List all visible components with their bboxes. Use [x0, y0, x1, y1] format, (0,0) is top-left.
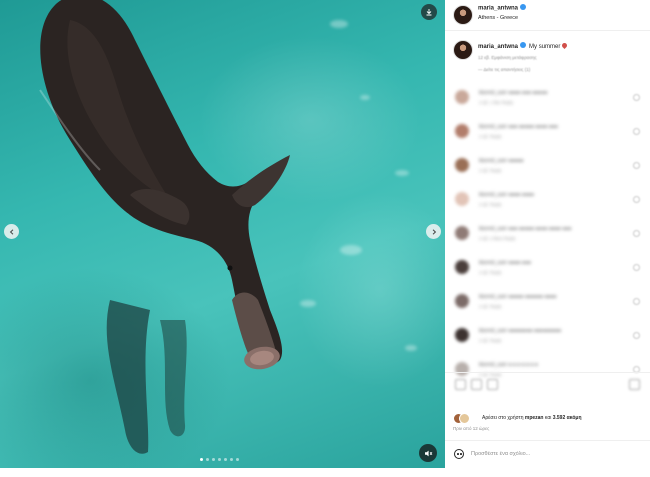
verified-badge-icon [520, 42, 527, 49]
comment-meta[interactable]: 2 εβ. Reply [479, 338, 501, 343]
comment-item[interactable]: blurred_user ●●●● ●●●● 2 εβ. Reply [445, 188, 650, 218]
comment-like-icon[interactable] [633, 230, 640, 237]
comment-item[interactable]: blurred_user ●●●● ●●● 2 εβ. Reply [445, 256, 650, 286]
avatar[interactable] [453, 5, 473, 25]
avatar[interactable] [455, 260, 469, 274]
avatar[interactable] [455, 294, 469, 308]
comment-composer [445, 440, 650, 469]
post-details-pane: maria_antwna Athens - Greece maria_antwn… [445, 0, 650, 468]
comment-text: blurred_user ●●●● ●●● [479, 260, 531, 266]
comment-item[interactable]: blurred_user ●●● ●●●●● ●●●● ●●● 2 εβ. Rep… [445, 120, 650, 150]
comment-text: blurred_user ●●●●● [479, 158, 524, 164]
likes-summary[interactable]: Αρέσει στο χρήστη mpezan και 3.592 ακόμη [482, 415, 582, 421]
likes-section: Αρέσει στο χρήστη mpezan και 3.592 ακόμη… [445, 410, 650, 434]
comment-item[interactable]: blurred_user ●●●●● 2 εβ. Reply [445, 154, 650, 184]
slide-dot [236, 458, 239, 461]
pig-eye [227, 265, 233, 271]
comment-item[interactable]: blurred_user ●●●●●●●● ●●●●●●●●● 2 εβ. Rep… [445, 324, 650, 354]
comment-icon[interactable] [471, 379, 482, 390]
likes-suffix[interactable]: ακόμη [567, 415, 582, 421]
comment-meta[interactable]: 2 εβ. Reply [479, 168, 501, 173]
view-replies-link[interactable]: — Δείτε τις απαντήσεις (1) [478, 67, 530, 72]
comment-like-icon[interactable] [633, 298, 640, 305]
comment-meta[interactable]: 2 εβ. 1 like Reply [479, 100, 513, 105]
header-username-row[interactable]: maria_antwna [478, 4, 527, 12]
pig-ear [232, 155, 290, 208]
post-header: maria_antwna Athens - Greece [445, 0, 650, 31]
download-button[interactable] [421, 4, 437, 20]
verified-badge-icon [520, 4, 527, 10]
comment-text: blurred_user ●●●● ●●● ●●●●● [479, 90, 548, 96]
speaker-muted-icon [424, 450, 432, 456]
avatar [459, 413, 470, 424]
slide-dot [206, 458, 209, 461]
comment-text: blurred_user ●●● ●●●●● ●●●● ●●●● ●●● [479, 226, 572, 232]
avatar[interactable] [455, 158, 469, 172]
chevron-left-icon [9, 228, 13, 235]
pig-leg [106, 300, 150, 454]
download-icon [426, 9, 432, 16]
action-bar [445, 372, 650, 403]
username[interactable]: maria_antwna [478, 6, 518, 12]
slide-dot [224, 458, 227, 461]
comment-input[interactable] [471, 447, 621, 461]
comment-text: blurred_user ●●● ●●●●● ●●●● ●●● [479, 124, 558, 130]
liker-avatars [453, 413, 470, 424]
comment-like-icon[interactable] [633, 264, 640, 271]
caption-line: maria_antwna My summer [478, 41, 569, 50]
slide-indicator [200, 458, 239, 461]
comment-meta[interactable]: 2 εβ. 2 likes Reply [479, 236, 515, 241]
previous-slide-button[interactable] [4, 224, 19, 239]
caption-username[interactable]: maria_antwna [478, 44, 518, 50]
comment-like-icon[interactable] [633, 94, 640, 101]
caption-text: My summer [529, 44, 561, 50]
comment-meta[interactable]: 2 εβ. Reply [479, 202, 501, 207]
caption-meta[interactable]: 12 εβ. Εμφάνιση μετάφρασης [478, 55, 537, 60]
likes-prefix: Αρέσει στο χρήστη [482, 415, 524, 421]
comment-text: blurred_user ●●●●● ●●●●●● ●●●● [479, 294, 557, 300]
next-slide-button[interactable] [426, 224, 441, 239]
comment-text: blurred_user ●●●● ●●●● [479, 192, 535, 198]
comment-text: blurred_user ●●●●●●●● ●●●●●●●●● [479, 328, 562, 334]
comment-like-icon[interactable] [633, 196, 640, 203]
post-modal: maria_antwna Athens - Greece maria_antwn… [0, 0, 650, 468]
comment-item[interactable]: blurred_user ●●●●● ●●●●●● ●●●● 2 εβ. Repl… [445, 290, 650, 320]
slide-dot [218, 458, 221, 461]
comment-item[interactable]: blurred_user ●●●● ●●● ●●●●● 2 εβ. 1 like … [445, 86, 650, 116]
heart-emoji-icon [561, 41, 569, 50]
post-date[interactable]: Πριν από 12 ώρες [453, 426, 489, 431]
comment-item[interactable]: blurred_user ●●● ●●●●● ●●●● ●●●● ●●● 2 εβ… [445, 222, 650, 252]
avatar[interactable] [455, 124, 469, 138]
comment-text: blurred_user ● ● ● ● ● ● ● [479, 362, 538, 368]
comment-like-icon[interactable] [633, 162, 640, 169]
location[interactable]: Athens - Greece [478, 15, 518, 21]
likes-middle: και [544, 415, 552, 421]
mute-button[interactable] [419, 444, 437, 462]
post-media[interactable] [0, 0, 445, 468]
chevron-right-icon [432, 228, 436, 235]
pig-leg [160, 320, 187, 437]
comment-like-icon[interactable] [633, 128, 640, 135]
share-icon[interactable] [487, 379, 498, 390]
slide-dot [200, 458, 203, 461]
caption: maria_antwna My summer 12 εβ. Εμφάνιση με… [445, 38, 650, 78]
avatar[interactable] [455, 90, 469, 104]
slide-dot [230, 458, 233, 461]
caption-avatar[interactable] [453, 40, 473, 60]
likes-count[interactable]: 3.592 [553, 415, 566, 421]
comment-meta[interactable]: 2 εβ. Reply [479, 304, 501, 309]
comment-meta[interactable]: 2 εβ. Reply [479, 134, 501, 139]
comment-meta[interactable]: 2 εβ. Reply [479, 270, 501, 275]
emoji-icon[interactable] [454, 449, 464, 459]
avatar[interactable] [455, 192, 469, 206]
avatar[interactable] [455, 226, 469, 240]
liker-username[interactable]: mpezan [525, 415, 544, 421]
bookmark-icon[interactable] [629, 379, 640, 390]
comments-list[interactable]: blurred_user ●●●● ●●● ●●●●● 2 εβ. 1 like … [445, 86, 650, 398]
avatar[interactable] [455, 328, 469, 342]
slide-dot [212, 458, 215, 461]
like-icon[interactable] [455, 379, 466, 390]
pig-photo [39, 0, 290, 454]
comment-like-icon[interactable] [633, 332, 640, 339]
